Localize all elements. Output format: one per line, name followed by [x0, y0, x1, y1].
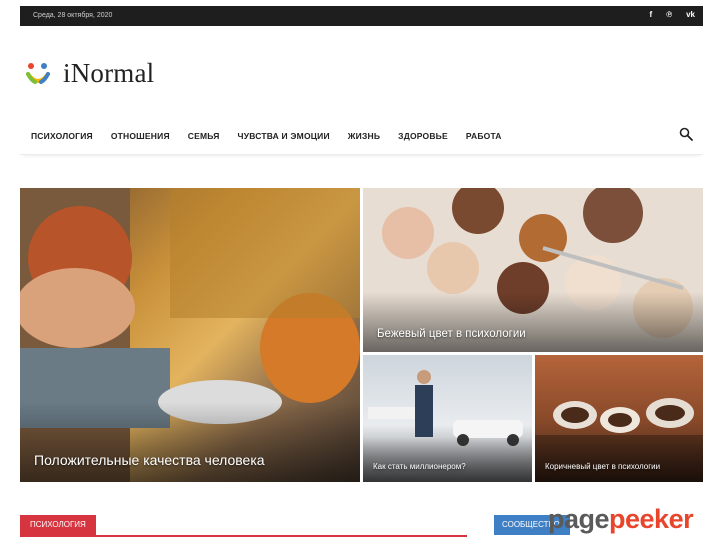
- nav-item-relations[interactable]: Отношения: [111, 131, 170, 141]
- featured-title[interactable]: Бежевый цвет в психологии: [377, 328, 526, 340]
- smile-logo-icon: [26, 62, 50, 84]
- nav-item-work[interactable]: Работа: [466, 131, 502, 141]
- featured-post-large[interactable]: Положительные качества человека: [20, 188, 360, 482]
- site-logo[interactable]: iNormal: [25, 58, 154, 89]
- nav-item-health[interactable]: Здоровье: [398, 131, 448, 141]
- pagepeeker-watermark: pagepeeker: [548, 504, 694, 535]
- nav-item-life[interactable]: Жизнь: [348, 131, 380, 141]
- main-navigation: Психология Отношения Семья Чувства и эмо…: [20, 118, 703, 155]
- featured-title[interactable]: Коричневый цвет в психологии: [545, 462, 660, 471]
- featured-title[interactable]: Как стать миллионером?: [373, 462, 466, 471]
- nav-item-psychology[interactable]: Психология: [31, 131, 93, 141]
- vk-icon[interactable]: vk: [686, 10, 695, 19]
- featured-post-millionaire[interactable]: Как стать миллионером?: [363, 355, 532, 482]
- social-links: f ℗ vk: [650, 10, 695, 19]
- facebook-icon[interactable]: f: [650, 10, 653, 19]
- section-badge-psychology[interactable]: Психология: [20, 515, 96, 535]
- search-icon[interactable]: [679, 127, 693, 141]
- featured-post-beige[interactable]: Бежевый цвет в психологии: [363, 188, 703, 352]
- watermark-part2: peeker: [609, 504, 694, 534]
- nav-item-feelings[interactable]: Чувства и эмоции: [238, 131, 330, 141]
- top-bar: Среда, 28 октября, 2020 f ℗ vk: [20, 6, 703, 26]
- site-name: iNormal: [63, 58, 155, 88]
- featured-title[interactable]: Положительные качества человека: [34, 452, 265, 468]
- nav-item-family[interactable]: Семья: [188, 131, 220, 141]
- watermark-part1: page: [548, 504, 610, 534]
- current-date: Среда, 28 октября, 2020: [33, 12, 113, 19]
- featured-post-brown[interactable]: Коричневый цвет в психологии: [535, 355, 703, 482]
- pinterest-icon[interactable]: ℗: [666, 10, 672, 19]
